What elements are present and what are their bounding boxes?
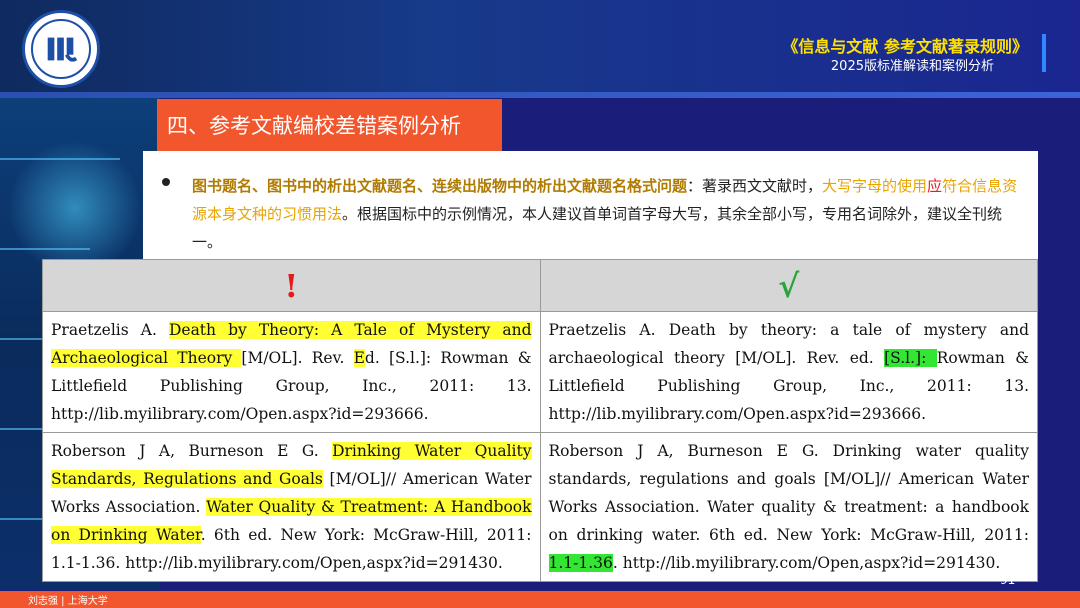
bullet-bold: 图书题名、图书中的析出文献题名、连续出版物中的析出文献题名格式问题 bbox=[192, 177, 688, 195]
text-run: . http://lib.myilibrary.com/Open,aspx?id… bbox=[612, 554, 1001, 572]
table-row: Praetzelis A. Death by Theory: A Tale of… bbox=[42, 311, 1038, 433]
page-number: 91 bbox=[1000, 573, 1016, 587]
right-mark: √ bbox=[539, 259, 1038, 312]
wrong-cell: Praetzelis A. Death by Theory: A Tale of… bbox=[42, 311, 541, 433]
header-accent-bar bbox=[1042, 34, 1046, 72]
university-seal-icon bbox=[22, 10, 100, 88]
circuit-line bbox=[0, 158, 120, 160]
text-run: Roberson J A, Burneson E G. bbox=[51, 442, 333, 460]
bullet-colon: ：著录西文文献时， bbox=[687, 177, 823, 195]
bullet-emphasis-1: 大写字母的使用 bbox=[822, 177, 928, 195]
bullet-dot bbox=[162, 178, 170, 186]
seal-ring bbox=[31, 19, 91, 79]
header-stripe bbox=[0, 92, 1080, 98]
wrong-mark: ! bbox=[42, 259, 541, 312]
reference-comparison-table: ! √ Praetzelis A. Death by Theory: A Tal… bbox=[42, 259, 1038, 582]
circuit-line bbox=[0, 248, 90, 250]
highlight: E bbox=[353, 349, 365, 367]
header-title: 《信息与文献 参考文献著录规则》 bbox=[782, 37, 1028, 56]
header-subtitle: 2025版标准解读和案例分析 bbox=[830, 59, 994, 74]
footer-bar: 刘志强 | 上海大学 bbox=[0, 591, 1080, 608]
bullet-emphasis-red: 应 bbox=[927, 177, 943, 195]
bullet-text: 图书题名、图书中的析出文献题名、连续出版物中的析出文献题名格式问题：著录西文文献… bbox=[192, 172, 1022, 256]
table-header-row: ! √ bbox=[42, 259, 1038, 312]
footer-text: 刘志强 | 上海大学 bbox=[28, 596, 108, 607]
highlight: 1.1-1.36 bbox=[548, 554, 613, 572]
wrong-cell: Roberson J A, Burneson E G. Drinking Wat… bbox=[42, 432, 541, 582]
highlight: [S.l.]: bbox=[884, 349, 937, 367]
right-cell: Praetzelis A. Death by theory: a tale of… bbox=[539, 311, 1038, 433]
section-title: 四、参考文献编校差错案例分析 bbox=[157, 99, 502, 151]
table-row: Roberson J A, Burneson E G. Drinking Wat… bbox=[42, 432, 1038, 582]
seal-emblem-icon bbox=[47, 37, 78, 62]
text-run: Praetzelis A. bbox=[51, 321, 169, 339]
text-run: [M/OL]. Rev. bbox=[241, 349, 354, 367]
right-cell: Roberson J A, Burneson E G. Drinking wat… bbox=[539, 432, 1038, 582]
text-run: Roberson J A, Burneson E G. Drinking wat… bbox=[548, 442, 1030, 544]
